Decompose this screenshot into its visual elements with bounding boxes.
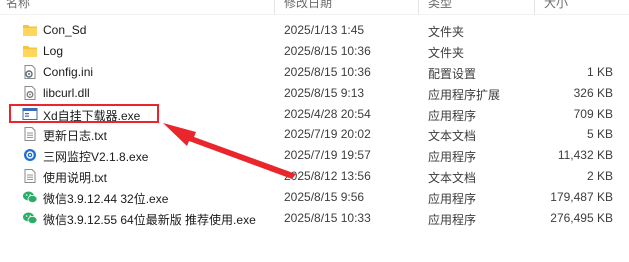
file-name: Log [43,43,64,58]
file-name: 微信3.9.12.55 64位最新版 推荐使用.exe [43,213,256,228]
column-name-header[interactable]: 名称 [6,0,30,11]
file-date: 2025/8/15 9:13 [284,85,365,100]
column-size-header[interactable]: 大小 [544,0,568,11]
folder-icon [22,44,38,58]
file-size: 179,487 KB [550,190,613,205]
settings-file-icon [22,64,38,79]
file-name: libcurl.dll [43,85,90,100]
file-list: Con_Sd 2025/1/13 1:45 文件夹 Log 2025/8/15 … [0,20,629,229]
file-size: 709 KB [573,106,613,121]
column-divider[interactable] [418,0,419,14]
column-divider[interactable] [274,0,275,14]
column-divider[interactable] [534,0,535,14]
file-type: 应用程序 [428,192,477,207]
column-date-header[interactable]: 修改日期 [284,0,332,11]
file-date: 2025/8/15 10:36 [284,43,371,58]
file-name: 三网监控V2.1.8.exe [43,150,149,165]
file-size: 11,432 KB [557,148,613,163]
file-type: 应用程序扩展 [428,87,501,102]
dll-file-icon [22,85,38,100]
blue-app-icon [22,148,38,162]
wechat-icon [22,190,38,204]
file-name: Con_Sd [43,23,87,37]
file-type: 文件夹 [428,25,465,39]
file-date: 2025/8/15 10:33 [284,211,371,226]
file-size: 2 KB [586,169,613,184]
file-row-libcurl-dll[interactable]: libcurl.dll 2025/8/15 9:13 应用程序扩展 326 KB [0,83,629,104]
file-type: 应用程序 [428,150,477,165]
file-type: 文件夹 [428,45,465,60]
file-name: 微信3.9.12.44 32位.exe [43,192,169,207]
file-row-monitor-exe[interactable]: 三网监控V2.1.8.exe 2025/7/19 19:57 应用程序 11,4… [0,145,629,166]
file-row-log[interactable]: Log 2025/8/15 10:36 文件夹 [0,41,629,62]
file-size: 5 KB [586,127,613,142]
file-explorer: 名称 修改日期 类型 大小 Con_Sd 2025/1/13 1:45 文件夹 [0,0,629,262]
file-type: 配置设置 [428,66,477,81]
column-header: 名称 修改日期 类型 大小 [0,0,629,15]
file-name: 使用说明.txt [43,171,108,186]
file-type: 应用程序 [428,108,477,123]
file-row-xd-downloader-exe[interactable]: Xd自挂下载器.exe 2025/4/28 20:54 应用程序 709 KB [0,104,629,125]
file-size: 276,495 KB [550,211,613,226]
file-name: Xd自挂下载器.exe [43,108,141,123]
file-row-changelog-txt[interactable]: 更新日志.txt 2025/7/19 20:02 文本文档 5 KB [0,124,629,145]
file-date: 2025/8/12 13:56 [284,169,371,184]
file-date: 2025/7/19 19:57 [284,148,371,163]
file-row-con-sd[interactable]: Con_Sd 2025/1/13 1:45 文件夹 [0,20,629,41]
file-type: 文本文档 [428,171,477,186]
wechat-icon [22,211,38,225]
file-type: 应用程序 [428,213,477,228]
file-date: 2025/1/13 1:45 [284,23,365,37]
file-name: 更新日志.txt [43,129,108,144]
file-name: Config.ini [43,64,94,79]
file-date: 2025/8/15 9:56 [284,190,365,205]
file-date: 2025/7/19 20:02 [284,127,371,142]
file-date: 2025/8/15 10:36 [284,64,371,79]
column-type-header[interactable]: 类型 [428,0,452,11]
text-file-icon [22,169,38,184]
window-app-icon [22,107,38,121]
folder-icon [22,23,38,37]
file-row-wechat-64-exe[interactable]: 微信3.9.12.55 64位最新版 推荐使用.exe 2025/8/15 10… [0,208,629,229]
file-date: 2025/4/28 20:54 [284,106,371,121]
file-row-config-ini[interactable]: Config.ini 2025/8/15 10:36 配置设置 1 KB [0,62,629,83]
file-row-readme-txt[interactable]: 使用说明.txt 2025/8/12 13:56 文本文档 2 KB [0,166,629,187]
file-row-wechat-32-exe[interactable]: 微信3.9.12.44 32位.exe 2025/8/15 9:56 应用程序 … [0,187,629,208]
file-size: 326 KB [573,85,613,100]
file-size: 1 KB [586,64,613,79]
file-type: 文本文档 [428,129,477,144]
text-file-icon [22,127,38,142]
